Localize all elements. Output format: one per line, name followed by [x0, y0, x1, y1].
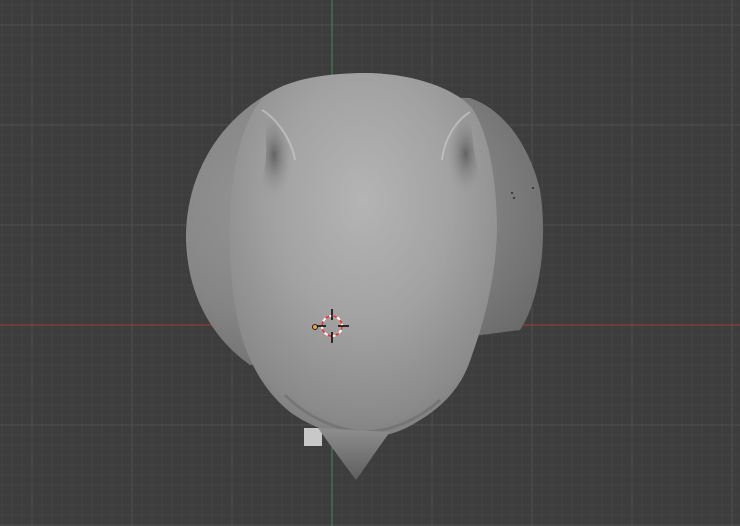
object-origin-marker — [312, 324, 318, 330]
3d-viewport[interactable] — [0, 0, 740, 526]
small-object-fragment[interactable] — [304, 428, 322, 446]
viewport-canvas[interactable] — [0, 0, 740, 526]
sculpted-head-object[interactable] — [229, 72, 498, 480]
